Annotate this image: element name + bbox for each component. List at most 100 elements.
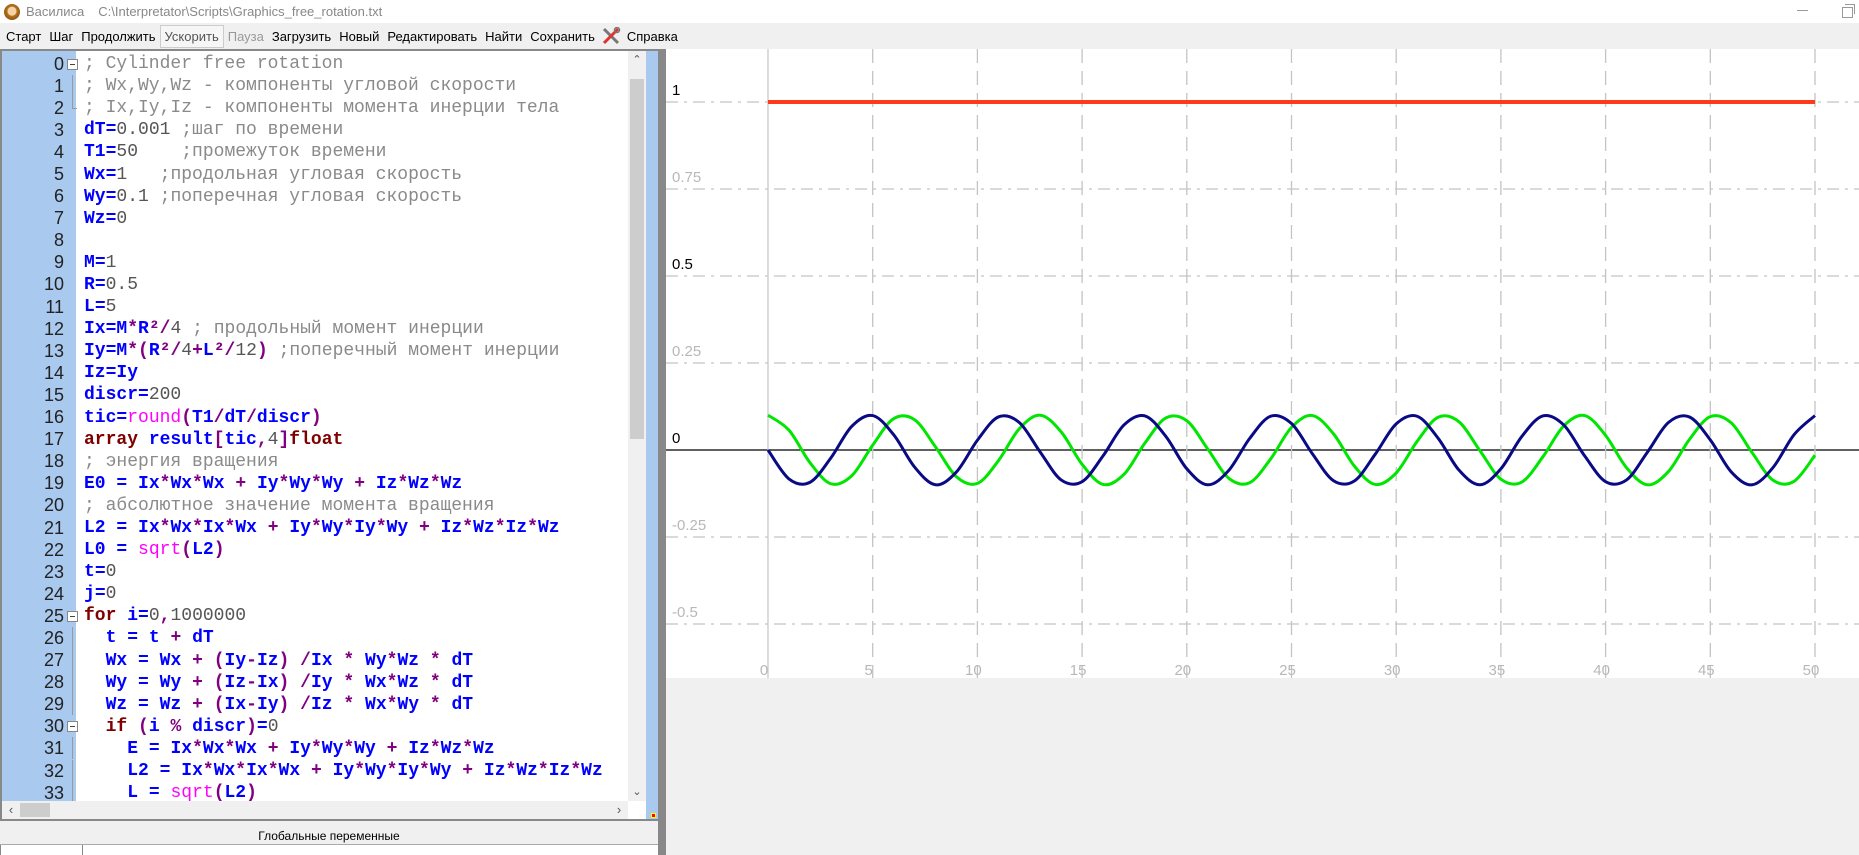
scroll-up-icon[interactable]: ⌃ [628, 51, 646, 69]
code-line[interactable]: 1 ; Wx,Wy,Wz - компоненты угловой скорост… [2, 74, 628, 97]
code-operator: = [105, 341, 117, 362]
code-operator: ( [138, 716, 149, 737]
code-line[interactable]: 27 Wx = Wx + (Iy-Iz) /Ix * Wy*Wz * dT [2, 649, 628, 672]
scroll-down-icon[interactable]: ⌄ [628, 783, 646, 801]
code-identifier: Ix [256, 672, 279, 693]
code-identifier: Iz [224, 672, 247, 693]
code-line[interactable]: 7 Wz=0 [2, 208, 628, 230]
tools-icon[interactable] [601, 26, 621, 45]
code-line[interactable]: 9 M=1 [2, 252, 628, 274]
code-text: R=0.5 [82, 275, 138, 295]
minimize-button[interactable] [1796, 4, 1810, 18]
code-operator: = [94, 584, 106, 605]
fold-toggle-icon[interactable] [67, 610, 78, 622]
code-line[interactable]: 22 L0 = sqrt(L2) [2, 539, 628, 561]
code-line[interactable]: 21 L2 = Ix*Wx*Ix*Wx + Iy*Wy*Iy*Wy + Iz*Wz… [2, 517, 628, 539]
new-button[interactable]: Новый [335, 26, 383, 47]
code-line[interactable]: 31 E = Ix*Wx*Wx + Iy*Wy*Wy + Iz*Wz*Wz [2, 737, 628, 760]
save-button[interactable]: Сохранить [526, 26, 599, 47]
code-lines[interactable]: 0 ; Cylinder free rotation 1 ; Wx,Wy,Wz - к… [2, 53, 628, 804]
code-line[interactable]: 14 Iz=Iy [2, 362, 628, 384]
globals-table-row[interactable] [0, 845, 658, 855]
code-operator: = [138, 650, 149, 671]
code-line[interactable]: 0 ; Cylinder free rotation [2, 53, 628, 75]
code-line[interactable]: 26 t = t + dT [2, 626, 628, 649]
code-operator: = [105, 208, 117, 229]
vertical-scrollbar[interactable]: ⌃ ⌄ [628, 51, 646, 801]
restore-button[interactable] [1842, 4, 1856, 18]
horizontal-scrollbar[interactable]: ‹ › [2, 801, 628, 819]
code-identifier: Wx [105, 650, 128, 671]
fold-guide [67, 125, 78, 136]
code-operator: + [235, 473, 247, 494]
code-operator: / [159, 319, 171, 340]
code-operator: - [246, 672, 257, 693]
code-line[interactable]: 4 T1=50 ;промежуток времени [2, 141, 628, 163]
code-line[interactable]: 17 array result[tic,4]float [2, 429, 628, 451]
code-line[interactable]: 19 E0 = Ix*Wx*Wx + Iy*Wy*Wy + Iz*Wz*Wz [2, 473, 628, 495]
code-line[interactable]: 30 if (i % discr)=0 [2, 716, 628, 738]
code-line[interactable]: 2 ; Ix,Iy,Iz - компоненты момента инерции… [2, 96, 628, 119]
code-keyword: if [105, 716, 128, 737]
scroll-thumb-horizontal[interactable] [20, 803, 50, 817]
step-button[interactable]: Шаг [45, 26, 77, 47]
find-button[interactable]: Найти [481, 26, 526, 47]
fold-toggle-icon[interactable] [67, 58, 78, 70]
code-text: Wx = Wx + (Iy-Iz) /Ix * Wy*Wz * dT [82, 650, 474, 671]
code-identifier: Wy [386, 518, 409, 539]
code-line[interactable]: 8 [2, 230, 628, 252]
pause-button[interactable]: Пауза [224, 26, 268, 47]
load-button[interactable]: Загрузить [268, 26, 335, 47]
edit-button[interactable]: Редактировать [383, 26, 481, 47]
scroll-thumb[interactable] [630, 79, 644, 439]
code-line[interactable]: 11 L=5 [2, 296, 628, 318]
code-line[interactable]: 23 t=0 [2, 561, 628, 583]
code-line[interactable]: 16 tic=round(T1/dT/discr) [2, 407, 628, 429]
code-line[interactable]: 10 R=0.5 [2, 274, 628, 296]
code-operator: = [138, 606, 149, 627]
code-line[interactable]: 20 ; абсолютное значение момента вращения [2, 495, 628, 517]
code-operator: * [192, 473, 203, 494]
code-editor[interactable]: 0 ; Cylinder free rotation 1 ; Wx,Wy,Wz - к… [0, 49, 658, 821]
code-line[interactable]: 15 discr=200 [2, 384, 628, 406]
code-identifier: Wz [397, 672, 420, 693]
start-button[interactable]: Старт [2, 26, 45, 47]
code-line[interactable]: 24 j=0 [2, 583, 628, 605]
continue-button[interactable]: Продолжить [77, 26, 159, 47]
code-line[interactable]: 5 Wx=1 ;продольная угловая скорость [2, 163, 628, 185]
code-line[interactable]: 12 Ix=M*R²/4 ; продольный момент инерции [2, 318, 628, 340]
code-line[interactable]: 28 Wy = Wy + (Iz-Ix) /Iy * Wx*Wz * dT [2, 671, 628, 694]
code-operator: = [116, 407, 128, 428]
fold-guide [67, 693, 78, 716]
help-button[interactable]: Справка [623, 26, 682, 47]
code-line[interactable]: 3 dT=0.001 ;шаг по времени [2, 119, 628, 141]
code-line[interactable]: 18 ; энергия вращения [2, 451, 628, 473]
code-identifier: E [127, 738, 139, 759]
code-line[interactable]: 29 Wz = Wz + (Ix-Iy) /Iz * Wx*Wy * dT [2, 693, 628, 716]
code-operator: = [105, 363, 117, 384]
code-operator: * [224, 518, 236, 539]
code-line[interactable]: 32 L2 = Ix*Wx*Ix*Wx + Iy*Wy*Iy*Wy + Iz*W… [2, 759, 628, 782]
code-line[interactable]: 6 Wy=0.1 ;поперечная угловая скорость [2, 186, 628, 208]
code-identifier: discr [192, 716, 247, 737]
code-operator: ) [246, 716, 257, 737]
scroll-left-icon[interactable]: ‹ [2, 801, 20, 819]
code-operator: % [170, 716, 182, 737]
code-text: Iy=M*(R²/4+L²/12) ;поперечный момент ине… [82, 341, 559, 361]
scroll-right-icon[interactable]: › [610, 801, 628, 819]
code-identifier: tic [224, 429, 257, 450]
code-operator: + [170, 628, 182, 649]
speed-up-button[interactable]: Ускорить [159, 24, 224, 48]
panel-splitter[interactable] [658, 49, 666, 855]
code-line[interactable]: 13 Iy=M*(R²/4+L²/12) ;поперечный момент и… [2, 340, 628, 362]
fold-toggle-icon[interactable] [67, 721, 78, 733]
code-line[interactable]: 25 for i=0,1000000 [2, 605, 628, 627]
code-text: j=0 [82, 584, 116, 604]
fold-guide [67, 626, 78, 649]
